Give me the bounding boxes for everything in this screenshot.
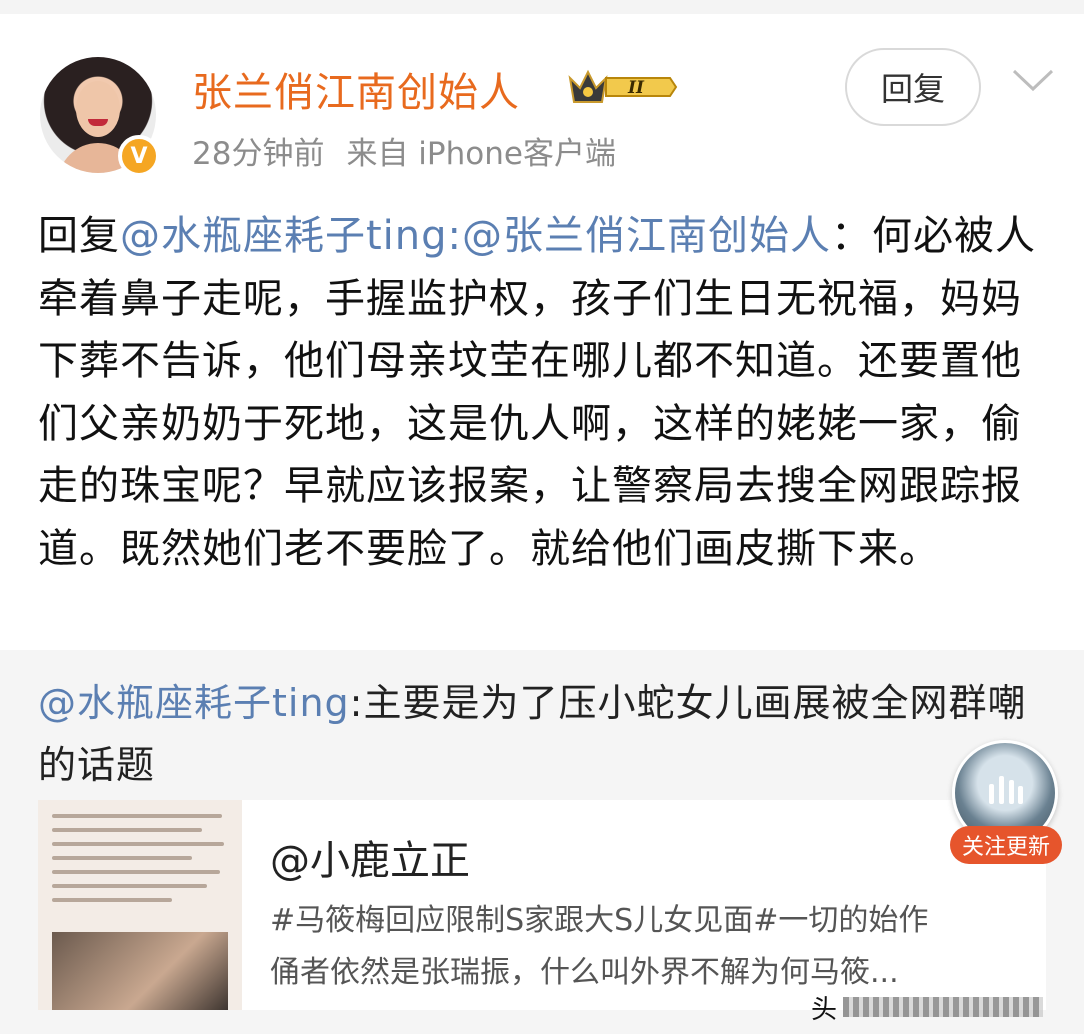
watermark-text: 头: [811, 994, 838, 1025]
reply-button[interactable]: 回复: [845, 48, 981, 126]
mention-link[interactable]: @水瓶座耗子ting: [120, 213, 448, 259]
thumbnail-photo: [52, 932, 228, 1010]
post-source: 来自 iPhone客户端: [346, 136, 616, 172]
mention-link[interactable]: @张兰俏江南创始人: [462, 213, 831, 259]
post-time: 28分钟前: [192, 136, 325, 172]
level-crown-icon: II: [568, 69, 678, 103]
card-title[interactable]: @小鹿立正: [270, 828, 470, 886]
watermark-blur: [843, 997, 1044, 1017]
reply-body: ：何必被人牵着鼻子走呢，手握监护权，孩子们生日无祝福，妈妈下葬不告诉，他们母亲坟…: [38, 213, 1037, 572]
audio-bars-icon: [989, 776, 1023, 804]
follow-update-button[interactable]: 关注更新: [950, 826, 1062, 864]
reply-prefix: 回复: [38, 213, 120, 259]
quoted-mention-link[interactable]: @水瓶座耗子ting: [38, 681, 350, 725]
level-badge-label: II: [627, 78, 645, 98]
chevron-down-icon[interactable]: [1010, 65, 1056, 95]
top-strip: [0, 0, 1084, 14]
username[interactable]: 张兰俏江南创始人: [192, 60, 520, 118]
mention-separator: :: [447, 213, 463, 259]
verified-badge-icon: V: [118, 135, 160, 177]
avatar-face: [76, 81, 120, 137]
card-thumbnail: [38, 800, 242, 1010]
watermark: 头: [805, 980, 1084, 1034]
quoted-post-text: @水瓶座耗子ting:主要是为了压小蛇女儿画展被全网群嘲的话题: [38, 672, 1058, 796]
post-meta: 28分钟前 来自 iPhone客户端: [192, 128, 616, 173]
reply-text: 回复@水瓶座耗子ting:@张兰俏江南创始人：何必被人牵着鼻子走呢，手握监护权，…: [38, 205, 1038, 580]
card-desc-line: #马筱梅回应限制S家跟大S儿女见面#一切的始作: [270, 903, 929, 938]
